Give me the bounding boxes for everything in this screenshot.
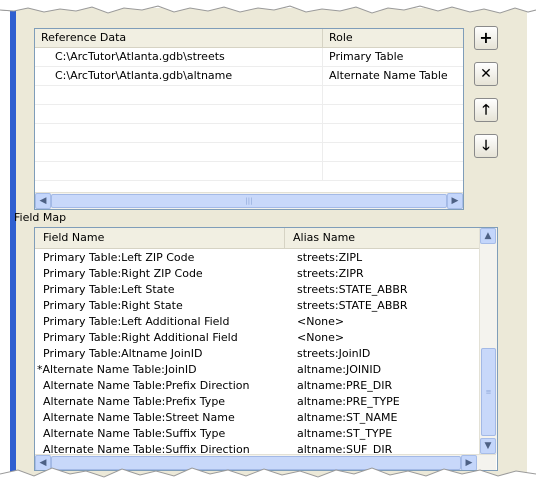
torn-paper-top-overlay bbox=[0, 0, 536, 14]
scroll-left-icon[interactable]: ◀ bbox=[35, 193, 51, 209]
empty-row[interactable] bbox=[35, 105, 463, 124]
field-map-row[interactable]: Primary Table:Left ZIP Code streets:ZIPL bbox=[35, 250, 479, 266]
field-map-row[interactable]: Alternate Name Table:Suffix Type altname:… bbox=[35, 426, 479, 442]
field-name: Primary Table:Left ZIP Code bbox=[43, 251, 195, 264]
column-header-field-name[interactable]: Field Name bbox=[35, 228, 285, 248]
field-name: Alternate Name Table:Street Name bbox=[43, 411, 235, 424]
alias-name: altname:PRE_DIR bbox=[297, 379, 393, 392]
field-map-header: Field Name Alias Name bbox=[35, 228, 479, 249]
empty-row[interactable] bbox=[35, 124, 463, 143]
field-map-list[interactable]: Field Name Alias Name Primary Table:Left… bbox=[34, 227, 498, 471]
field-name: Primary Table:Right Additional Field bbox=[43, 331, 238, 344]
reference-data-list[interactable]: Reference Data Role C:\ArcTutor\Atlanta.… bbox=[34, 28, 464, 210]
field-map-vertical-scrollbar[interactable]: ▲ ≡ ▼ bbox=[479, 228, 497, 454]
reference-path: C:\ArcTutor\Atlanta.gdb\streets bbox=[35, 48, 323, 66]
scroll-right-icon[interactable]: ▶ bbox=[447, 193, 463, 209]
scroll-thumb[interactable]: ||| bbox=[51, 194, 447, 208]
field-name: Alternate Name Table:Suffix Type bbox=[43, 427, 226, 440]
reference-role: Alternate Name Table bbox=[329, 69, 448, 82]
field-map-row[interactable]: Alternate Name Table:Prefix Direction alt… bbox=[35, 378, 479, 394]
column-header-alias-name[interactable]: Alias Name bbox=[285, 228, 479, 248]
alias-name: streets:ZIPR bbox=[297, 267, 364, 280]
field-name: Primary Table:Left Additional Field bbox=[43, 315, 230, 328]
alias-name: streets:ZIPL bbox=[297, 251, 363, 264]
column-header-reference-data[interactable]: Reference Data bbox=[35, 29, 323, 47]
reference-path: C:\ArcTutor\Atlanta.gdb\altname bbox=[35, 67, 323, 85]
field-name: Primary Table:Left State bbox=[43, 283, 175, 296]
torn-paper-bottom-edge bbox=[0, 467, 536, 494]
remove-button[interactable]: ✕ bbox=[474, 62, 498, 86]
alias-name: <None> bbox=[297, 315, 345, 328]
alias-name: streets:STATE_ABBR bbox=[297, 283, 408, 296]
field-name: Primary Table:Altname JoinID bbox=[43, 347, 203, 360]
field-map-row[interactable]: *Alternate Name Table:JoinID altname:JOIN… bbox=[35, 362, 479, 378]
scroll-down-icon[interactable]: ▼ bbox=[480, 438, 496, 454]
scroll-up-icon[interactable]: ▲ bbox=[480, 228, 496, 244]
field-name: Primary Table:Right State bbox=[43, 299, 183, 312]
reference-role: Primary Table bbox=[329, 50, 404, 63]
field-map-label: Field Map bbox=[14, 211, 67, 224]
field-name: *Alternate Name Table:JoinID bbox=[37, 363, 197, 376]
move-up-button[interactable]: 🡑 bbox=[474, 98, 498, 122]
alias-name: altname:JOINID bbox=[297, 363, 382, 376]
field-map-row[interactable]: Primary Table:Right State streets:STATE_A… bbox=[35, 298, 479, 314]
empty-row[interactable] bbox=[35, 162, 463, 181]
field-name: Alternate Name Table:Prefix Type bbox=[43, 395, 226, 408]
alias-name: streets:JoinID bbox=[297, 347, 371, 360]
column-header-role[interactable]: Role bbox=[323, 29, 463, 47]
move-down-button[interactable]: 🡓 bbox=[474, 134, 498, 158]
reference-horizontal-scrollbar[interactable]: ◀ ||| ▶ bbox=[35, 192, 463, 209]
reference-row[interactable]: C:\ArcTutor\Atlanta.gdb\streets Primary … bbox=[35, 48, 463, 67]
alias-name: altname:ST_NAME bbox=[297, 411, 398, 424]
empty-row[interactable] bbox=[35, 143, 463, 162]
field-name: Primary Table:Right ZIP Code bbox=[43, 267, 203, 280]
field-map-row[interactable]: Primary Table:Right Additional Field <Non… bbox=[35, 330, 479, 346]
window-frame-edge bbox=[10, 8, 16, 476]
field-map-row[interactable]: Primary Table:Left State streets:STATE_AB… bbox=[35, 282, 479, 298]
field-map-row[interactable]: Primary Table:Altname JoinID streets:Join… bbox=[35, 346, 479, 362]
add-button[interactable]: + bbox=[474, 26, 498, 50]
reference-data-header: Reference Data Role bbox=[35, 29, 463, 48]
alias-name: <None> bbox=[297, 331, 345, 344]
field-map-row[interactable]: Alternate Name Table:Prefix Type altname:… bbox=[35, 394, 479, 410]
field-map-row[interactable]: Primary Table:Right ZIP Code streets:ZIPR bbox=[35, 266, 479, 282]
alias-name: streets:STATE_ABBR bbox=[297, 299, 408, 312]
field-map-row[interactable]: Alternate Name Table:Street Name altname:… bbox=[35, 410, 479, 426]
alias-name: altname:ST_TYPE bbox=[297, 427, 393, 440]
scroll-thumb[interactable]: ≡ bbox=[481, 348, 496, 436]
reference-row[interactable]: C:\ArcTutor\Atlanta.gdb\altname Alternat… bbox=[35, 67, 463, 86]
empty-row[interactable] bbox=[35, 86, 463, 105]
field-map-row[interactable]: Primary Table:Left Additional Field <None… bbox=[35, 314, 479, 330]
field-name: Alternate Name Table:Prefix Direction bbox=[43, 379, 250, 392]
alias-name: altname:PRE_TYPE bbox=[297, 395, 400, 408]
